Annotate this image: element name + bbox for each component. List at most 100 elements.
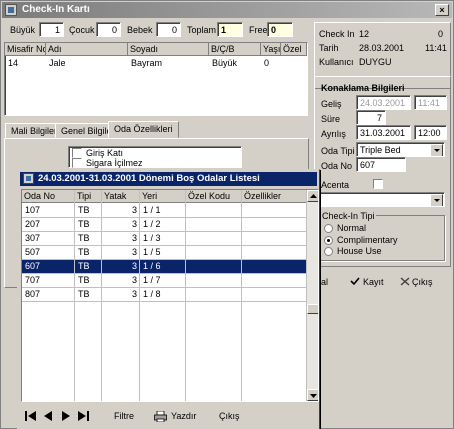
save-button-label: Kayıt: [363, 277, 384, 287]
radio-house-use-label: House Use: [337, 246, 382, 256]
arrival-time-field[interactable]: 11:41: [414, 95, 447, 110]
guest-col-surname[interactable]: Soyadı: [128, 43, 209, 56]
room-location: 1 / 3: [143, 233, 161, 243]
first-icon: [25, 411, 36, 421]
duration-label: Süre: [321, 114, 341, 124]
guest-col-type[interactable]: B/Ç/B: [209, 43, 261, 56]
feature-ground-floor-checkbox[interactable]: [72, 148, 82, 158]
room-col-special-code[interactable]: Özel Kodu: [186, 190, 242, 203]
filter-button[interactable]: Filtre: [108, 408, 148, 424]
room-col-features[interactable]: Özellikler: [242, 190, 307, 203]
departure-label: Ayrılış: [321, 129, 346, 139]
departure-time-field[interactable]: 12:00: [414, 125, 447, 140]
room-no: 307: [25, 233, 41, 243]
room-row[interactable]: 707 TB 3 1 / 7: [22, 274, 307, 288]
room-special-code: [186, 246, 242, 259]
guest-col-age[interactable]: Yaşı: [261, 43, 281, 56]
partial-button-label[interactable]: al: [321, 277, 328, 287]
chevron-down-icon[interactable]: [430, 194, 443, 206]
departure-date-field[interactable]: 31.03.2001: [356, 125, 411, 140]
room-location: 1 / 7: [143, 275, 161, 285]
user-label: Kullanıcı: [319, 57, 354, 67]
guest-col-special[interactable]: Özel: [281, 43, 307, 56]
room-location: 1 / 6: [143, 261, 161, 271]
tab-room-features[interactable]: Oda Özellikleri: [108, 121, 179, 138]
room-features: [242, 246, 307, 259]
room-row[interactable]: 607 TB 3 1 / 6: [22, 260, 307, 274]
print-button[interactable]: Yazdır: [152, 408, 204, 424]
rooms-scrollbar[interactable]: [307, 190, 318, 401]
room-row[interactable]: 307 TB 3 1 / 3: [22, 232, 307, 246]
checkin-value: 12: [359, 29, 370, 39]
room-beds: 3: [131, 233, 137, 243]
room-no: 807: [25, 289, 41, 299]
room-location: 1 / 8: [143, 289, 161, 299]
room-location: 1 / 1: [143, 205, 161, 215]
first-record-button[interactable]: [23, 409, 39, 423]
time-value: 11:41: [425, 43, 447, 53]
room-location: 1 / 2: [143, 219, 161, 229]
room-row[interactable]: 807 TB 3 1 / 8: [22, 288, 307, 302]
prev-record-button[interactable]: [42, 409, 56, 423]
feature-ground-floor-label: Giriş Katı: [86, 148, 124, 158]
room-row[interactable]: 507 TB 3 1 / 5: [22, 246, 307, 260]
date-label: Tarih: [319, 43, 339, 53]
last-record-button[interactable]: [76, 409, 92, 423]
room-col-no[interactable]: Oda No: [22, 190, 75, 203]
radio-normal[interactable]: [324, 224, 333, 233]
grid-column-line: [139, 190, 140, 401]
check-icon: [350, 277, 360, 285]
room-beds: 3: [131, 247, 137, 257]
radio-house-use[interactable]: [324, 247, 333, 256]
baby-label: Bebek: [127, 25, 153, 35]
radio-complimentary[interactable]: [324, 236, 333, 245]
chevron-down-icon[interactable]: [430, 144, 443, 156]
room-features: [242, 232, 307, 245]
room-col-location[interactable]: Yeri: [140, 190, 186, 203]
room-type-select[interactable]: Triple Bed: [356, 142, 445, 157]
room-col-type[interactable]: Tipi: [75, 190, 102, 203]
scroll-down-button[interactable]: [307, 389, 318, 401]
room-special-code: [186, 218, 242, 231]
room-type: TB: [78, 219, 90, 229]
room-type: TB: [78, 233, 90, 243]
child-label: Çocuk: [69, 25, 95, 35]
dialog-exit-button[interactable]: Çıkış: [210, 408, 256, 424]
room-no-field[interactable]: 607: [356, 157, 406, 172]
date-value: 28.03.2001: [359, 43, 405, 53]
guest-col-no[interactable]: Misafir No: [5, 43, 46, 56]
feature-non-smoking-checkbox[interactable]: [72, 158, 82, 168]
last-icon: [78, 411, 89, 421]
room-features: [242, 260, 307, 273]
room-row[interactable]: 107 TB 3 1 / 1: [22, 204, 307, 218]
guest-type: Büyük: [212, 58, 238, 68]
arrival-label: Geliş: [321, 99, 342, 109]
child-count-field[interactable]: 0: [96, 22, 121, 37]
next-record-button[interactable]: [59, 409, 73, 423]
checkin-type-heading: Check-In Tipi: [321, 211, 376, 221]
agency-checkbox[interactable]: [373, 179, 383, 189]
room-beds: 3: [131, 275, 137, 285]
guest-row[interactable]: 14 Jale Bayram Büyük 0: [5, 57, 307, 70]
scroll-up-button[interactable]: [307, 190, 318, 202]
window-titlebar[interactable]: Check-In Kartı ×: [2, 2, 452, 18]
room-col-beds[interactable]: Yatak: [102, 190, 140, 203]
arrival-date-field[interactable]: 24.03.2001: [356, 95, 411, 110]
dialog-titlebar[interactable]: 24.03.2001-31.03.2001 Dönemi Boş Odalar …: [20, 172, 317, 186]
adult-count-field[interactable]: 1: [39, 22, 64, 37]
baby-count-field[interactable]: 0: [156, 22, 181, 37]
scroll-thumb[interactable]: [307, 304, 318, 314]
agency-select[interactable]: [319, 192, 445, 207]
room-features: [242, 274, 307, 287]
room-features: [242, 288, 307, 301]
duration-field[interactable]: 7: [356, 110, 386, 125]
exit-button[interactable]: Çıkış: [399, 273, 447, 289]
guest-col-name[interactable]: Adı: [46, 43, 128, 56]
empty-rooms-dialog: 24.03.2001-31.03.2001 Dönemi Boş Odalar …: [17, 169, 320, 429]
grid-column-line: [101, 190, 102, 401]
guest-surname: Bayram: [131, 58, 163, 68]
close-button[interactable]: ×: [435, 4, 449, 16]
room-row[interactable]: 207 TB 3 1 / 2: [22, 218, 307, 232]
room-features: [242, 218, 307, 231]
save-button[interactable]: Kayıt: [347, 273, 395, 289]
